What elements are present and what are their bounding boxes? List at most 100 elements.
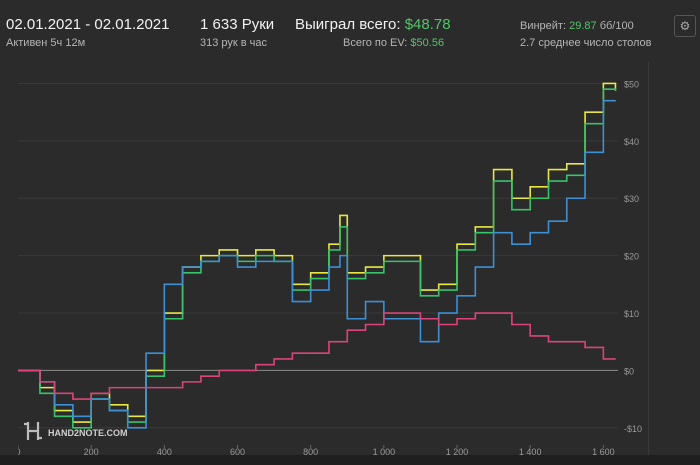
- series-point-3: [364, 323, 367, 326]
- series-point-2: [547, 220, 550, 222]
- x-tick-label: 0: [18, 447, 21, 455]
- y-tick-label: $40: [624, 137, 639, 147]
- series-point-3: [529, 335, 531, 337]
- series-point-3: [72, 398, 74, 400]
- series-point-0: [383, 255, 385, 257]
- series-point-1: [566, 174, 568, 176]
- series-point-3: [218, 369, 220, 371]
- series-point-2: [108, 409, 111, 412]
- series-point-0: [310, 272, 312, 274]
- series-point-1: [614, 89, 617, 92]
- series-point-3: [328, 341, 330, 343]
- series-point-3: [200, 375, 202, 377]
- series-point-2: [200, 260, 202, 262]
- series-point-3: [474, 312, 476, 314]
- watermark-text: HAND2NOTE.COM: [48, 428, 128, 438]
- hand2note-logo-icon: [24, 422, 42, 440]
- series-point-1: [364, 272, 367, 274]
- stats-header: 02.01.2021 - 02.01.2021 Активен 5ч 12м 1…: [0, 0, 700, 62]
- series-point-1: [328, 249, 330, 251]
- hands-count: 1 633 Руки: [200, 16, 275, 33]
- series-point-0: [401, 255, 403, 257]
- y-tick-label: $0: [624, 366, 634, 376]
- date-range: 02.01.2021 - 02.01.2021: [6, 16, 170, 33]
- series-point-3: [310, 352, 312, 354]
- series-point-2: [339, 255, 341, 257]
- winrate-label: Винрейт:: [520, 20, 567, 32]
- series-point-3: [401, 312, 403, 314]
- y-tick-label: -$10: [624, 424, 642, 434]
- x-tick-label: 600: [230, 447, 245, 455]
- series-point-3: [108, 387, 111, 389]
- series-point-3: [584, 346, 586, 349]
- x-tick-label: 1 000: [373, 447, 396, 455]
- series-point-3: [602, 358, 604, 360]
- series-point-1: [493, 180, 495, 182]
- series-point-3: [383, 312, 385, 314]
- x-tick-label: 1 200: [446, 447, 469, 455]
- series-point-3: [127, 387, 129, 389]
- series-line-0: [18, 82, 617, 423]
- series-point-2: [218, 255, 220, 257]
- series-point-2: [291, 300, 293, 303]
- series-point-2: [328, 266, 330, 268]
- active-time: Активен 5ч 12м: [6, 37, 86, 49]
- bottom-strip: [0, 455, 700, 465]
- x-tick-label: 200: [84, 447, 99, 455]
- series-point-1: [511, 209, 513, 211]
- series-point-3: [90, 392, 92, 394]
- series-point-2: [236, 266, 239, 268]
- series-point-0: [602, 82, 604, 85]
- hands-per-hour: 313 рук в час: [200, 37, 268, 49]
- series-point-3: [547, 341, 550, 343]
- series-point-2: [145, 352, 147, 354]
- series-point-0: [584, 111, 586, 113]
- x-tick-label: 800: [303, 447, 318, 455]
- series-point-3: [145, 387, 147, 389]
- winrate: Винрейт: 29.87 бб/100: [520, 20, 634, 32]
- series-point-2: [493, 232, 495, 234]
- series-point-0: [200, 255, 202, 257]
- series-point-0: [438, 283, 440, 285]
- series-point-0: [529, 186, 531, 188]
- series-point-1: [456, 249, 458, 251]
- ev-value: $50.56: [410, 37, 445, 49]
- series-point-1: [39, 392, 41, 394]
- series-point-2: [419, 341, 422, 343]
- series-point-2: [163, 283, 165, 285]
- series-point-2: [438, 312, 440, 314]
- gear-icon[interactable]: ⚙: [674, 15, 696, 37]
- ev-label: Всего по EV:: [343, 37, 408, 49]
- ev-total: Всего по EV: $50.56: [343, 37, 444, 49]
- x-tick-label: 1 400: [519, 447, 542, 455]
- series-point-3: [273, 358, 275, 360]
- y-tick-label: $30: [624, 194, 639, 204]
- x-tick-label: 400: [157, 447, 172, 455]
- y-tick-label: $50: [624, 79, 639, 89]
- series-point-3: [493, 312, 495, 314]
- series-point-3: [511, 323, 513, 326]
- series-point-1: [602, 88, 604, 90]
- series-point-2: [584, 151, 586, 153]
- series-point-1: [438, 289, 440, 291]
- series-point-1: [584, 123, 586, 125]
- avg-tables: 2.7 среднее число столов: [520, 37, 652, 49]
- series-line-1: [18, 88, 617, 429]
- series-point-0: [547, 168, 550, 171]
- profit-chart: -$10 $0 $10 $20 $30 $40 $50 0 200 400 600 800 1 000 1…: [15, 79, 642, 457]
- y-tick-label: $20: [624, 252, 639, 262]
- series-point-3: [182, 381, 184, 383]
- series-point-2: [602, 100, 604, 102]
- y-tick-label: $10: [624, 309, 639, 319]
- series-point-2: [566, 197, 568, 199]
- series-point-1: [419, 295, 422, 297]
- series-point-0: [456, 243, 458, 245]
- series-point-0: [339, 214, 341, 217]
- series-point-2: [456, 295, 458, 297]
- series-point-2: [255, 260, 257, 262]
- series-point-2: [401, 318, 403, 320]
- series-point-1: [53, 415, 56, 417]
- series-point-0: [566, 163, 568, 165]
- series-point-2: [529, 232, 531, 234]
- series-point-3: [255, 364, 257, 366]
